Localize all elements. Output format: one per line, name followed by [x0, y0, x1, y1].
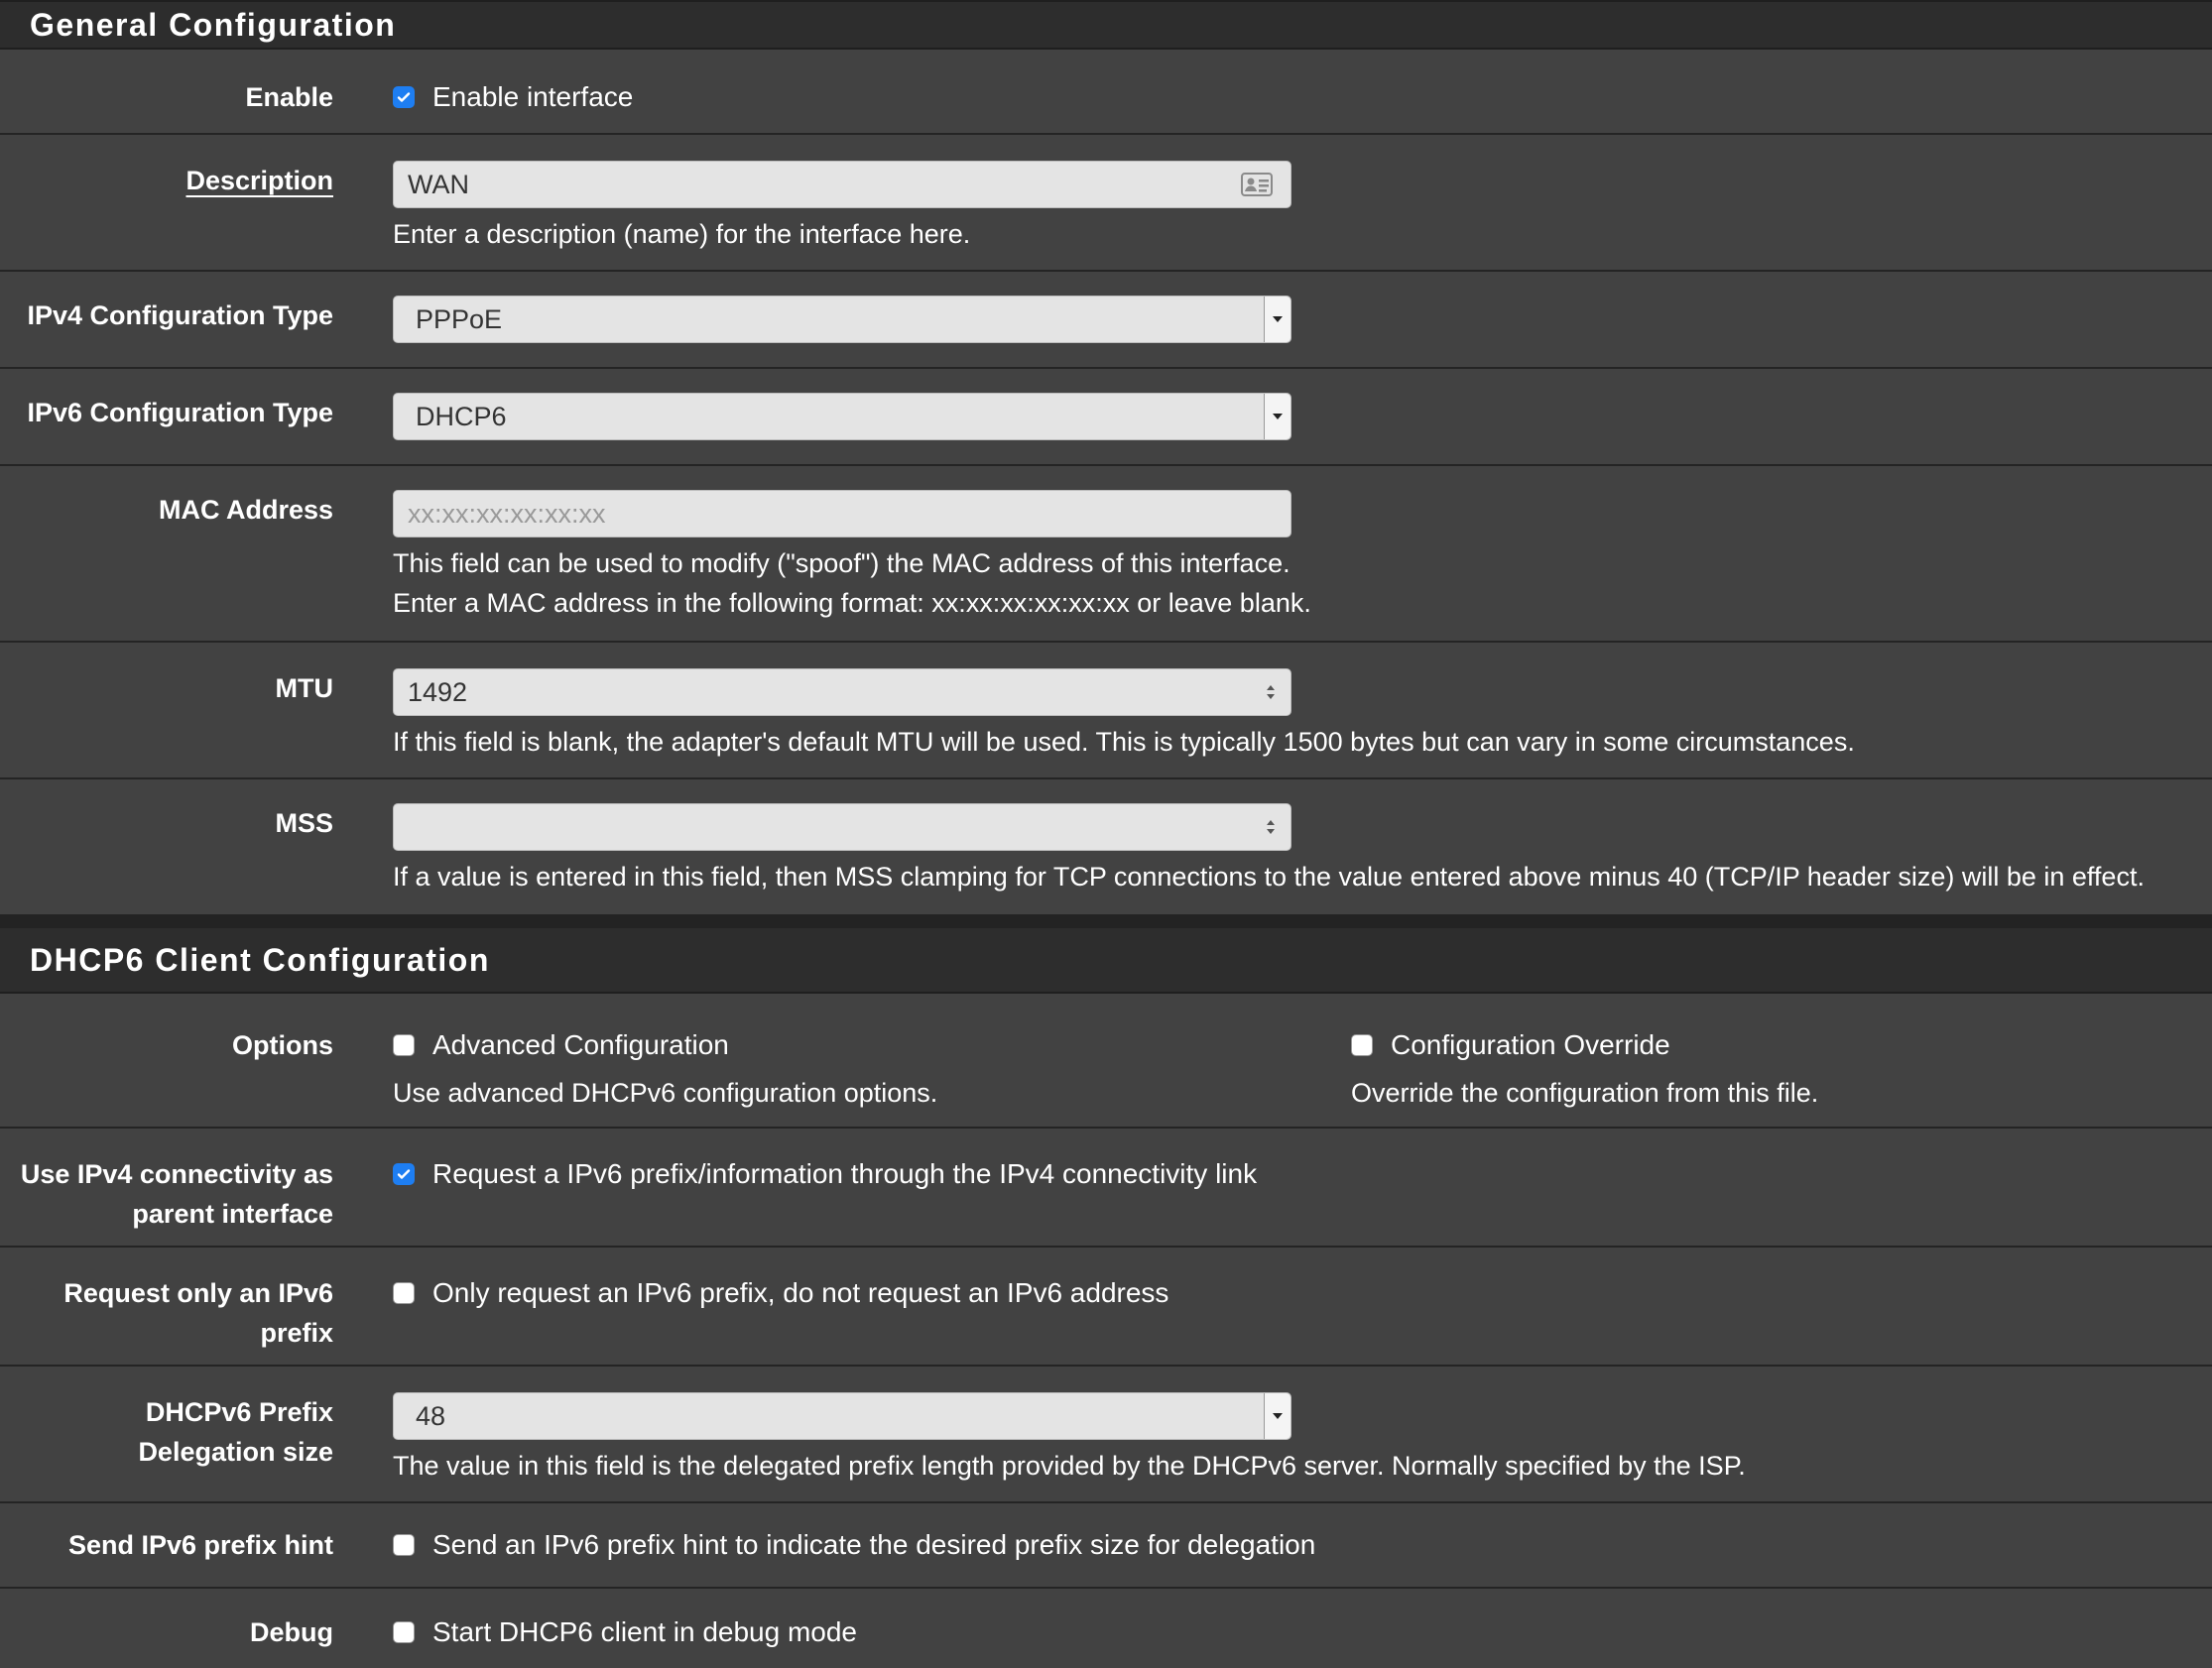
ipv6-type-label: IPv6 Configuration Type [27, 398, 333, 427]
configuration-override-label: Configuration Override [1391, 1029, 1670, 1060]
mtu-input[interactable]: 1492 [393, 668, 1291, 716]
prefix-hint-checkbox-line[interactable]: Send an IPv6 prefix hint to indicate the… [393, 1525, 2212, 1565]
check-icon [397, 92, 411, 102]
mac-address-input[interactable]: xx:xx:xx:xx:xx:xx [393, 490, 1291, 537]
mss-row: MSS If a value is entered in this field,… [0, 779, 2212, 914]
label-line-2: parent interface [132, 1199, 333, 1229]
prefix-delegation-size-label: DHCPv6 Prefix Delegation size [16, 1392, 333, 1472]
description-row: Description WAN Enter a description (nam… [0, 135, 2212, 272]
mtu-row: MTU 1492 If this field is blank, the ada… [0, 643, 2212, 779]
mac-address-help-2: Enter a MAC address in the following for… [393, 588, 1311, 618]
enable-row: Enable Enable interface [0, 50, 2212, 135]
description-value: WAN [408, 169, 469, 199]
spinner-arrows-icon[interactable] [1265, 816, 1277, 838]
mss-help: If a value is entered in this field, the… [393, 862, 2145, 892]
enable-interface-label: Enable interface [432, 81, 634, 112]
ipv4-type-select[interactable]: PPPoE [393, 296, 1291, 343]
enable-interface-checkbox-line[interactable]: Enable interface [393, 77, 2212, 117]
configuration-override-checkbox-line[interactable]: Configuration Override [1351, 1025, 1818, 1065]
caret-down-icon[interactable] [1264, 1393, 1290, 1439]
ipv4-type-value: PPPoE [416, 303, 503, 334]
options-row: Options Advanced Configuration Use advan… [0, 994, 2212, 1129]
prefix-delegation-size-help: The value in this field is the delegated… [393, 1451, 1746, 1481]
debug-checkbox[interactable] [393, 1621, 415, 1643]
ipv4-type-label: IPv4 Configuration Type [27, 300, 333, 330]
ipv6-type-row: IPv6 Configuration Type DHCP6 [0, 369, 2212, 466]
spinner-arrows-icon[interactable] [1265, 681, 1277, 703]
debug-checkbox-line[interactable]: Start DHCP6 client in debug mode [393, 1612, 2212, 1652]
label-line-1: DHCPv6 Prefix [145, 1397, 333, 1427]
request-prefix-only-text: Only request an IPv6 prefix, do not requ… [432, 1277, 1169, 1308]
use-ipv4-connectivity-label: Use IPv4 connectivity as parent interfac… [16, 1154, 333, 1234]
enable-label: Enable [245, 82, 333, 112]
mtu-label: MTU [275, 673, 333, 703]
advanced-configuration-checkbox-line[interactable]: Advanced Configuration [393, 1025, 2212, 1065]
configuration-override-help: Override the configuration from this fil… [1351, 1078, 1819, 1108]
options-label: Options [232, 1030, 333, 1060]
mtu-help: If this field is blank, the adapter's de… [393, 727, 1855, 757]
description-label[interactable]: Description [16, 161, 333, 200]
address-card-icon [1241, 173, 1273, 196]
mss-input[interactable] [393, 803, 1291, 851]
use-ipv4-connectivity-text: Request a IPv6 prefix/information throug… [432, 1158, 1258, 1189]
section-title: General Configuration [30, 6, 397, 43]
prefix-hint-checkbox[interactable] [393, 1534, 415, 1556]
debug-text: Start DHCP6 client in debug mode [432, 1616, 857, 1647]
prefix-delegation-size-select[interactable]: 48 [393, 1392, 1291, 1440]
use-ipv4-connectivity-checkbox[interactable] [393, 1163, 415, 1185]
advanced-configuration-help: Use advanced DHCPv6 configuration option… [393, 1078, 938, 1108]
enable-interface-checkbox[interactable] [393, 86, 415, 108]
use-ipv4-connectivity-checkbox-line[interactable]: Request a IPv6 prefix/information throug… [393, 1154, 2212, 1194]
mtu-value: 1492 [408, 676, 468, 707]
label-line-2: prefix [260, 1318, 333, 1348]
mac-address-label: MAC Address [158, 495, 333, 525]
prefix-delegation-size-value: 48 [416, 1400, 446, 1431]
mss-label: MSS [275, 808, 333, 838]
prefix-hint-text: Send an IPv6 prefix hint to indicate the… [432, 1529, 1316, 1560]
configuration-override-checkbox[interactable] [1351, 1034, 1373, 1056]
label-line-1: Request only an IPv6 [63, 1278, 333, 1308]
label-line-1: Use IPv4 connectivity as [20, 1159, 333, 1189]
dhcp6-client-configuration-header: DHCP6 Client Configuration [0, 914, 2212, 994]
section-title: DHCP6 Client Configuration [30, 941, 490, 978]
caret-down-icon[interactable] [1264, 394, 1290, 439]
prefix-delegation-size-row: DHCPv6 Prefix Delegation size 48 The val… [0, 1367, 2212, 1503]
mac-address-help-1: This field can be used to modify ("spoof… [393, 548, 1290, 578]
ipv6-type-value: DHCP6 [416, 401, 507, 431]
check-icon [397, 1169, 411, 1179]
description-help: Enter a description (name) for the inter… [393, 219, 971, 249]
use-ipv4-connectivity-row: Use IPv4 connectivity as parent interfac… [0, 1129, 2212, 1248]
request-prefix-only-checkbox-line[interactable]: Only request an IPv6 prefix, do not requ… [393, 1273, 2212, 1313]
ipv6-type-select[interactable]: DHCP6 [393, 393, 1291, 440]
debug-row: Debug Start DHCP6 client in debug mode [0, 1589, 2212, 1668]
caret-down-icon[interactable] [1264, 297, 1290, 342]
advanced-configuration-label: Advanced Configuration [432, 1029, 729, 1060]
advanced-configuration-checkbox[interactable] [393, 1034, 415, 1056]
prefix-hint-label: Send IPv6 prefix hint [67, 1530, 333, 1560]
ipv4-type-row: IPv4 Configuration Type PPPoE [0, 272, 2212, 369]
general-configuration-header: General Configuration [0, 0, 2212, 50]
request-prefix-only-checkbox[interactable] [393, 1282, 415, 1304]
description-input[interactable]: WAN [393, 161, 1291, 208]
request-prefix-only-row: Request only an IPv6 prefix Only request… [0, 1248, 2212, 1367]
debug-label: Debug [250, 1617, 333, 1647]
label-line-2: Delegation size [138, 1437, 333, 1467]
mac-address-placeholder: xx:xx:xx:xx:xx:xx [408, 498, 606, 529]
prefix-hint-row: Send IPv6 prefix hint Send an IPv6 prefi… [0, 1503, 2212, 1589]
mac-address-row: MAC Address xx:xx:xx:xx:xx:xx This field… [0, 466, 2212, 643]
request-prefix-only-label: Request only an IPv6 prefix [16, 1273, 333, 1353]
